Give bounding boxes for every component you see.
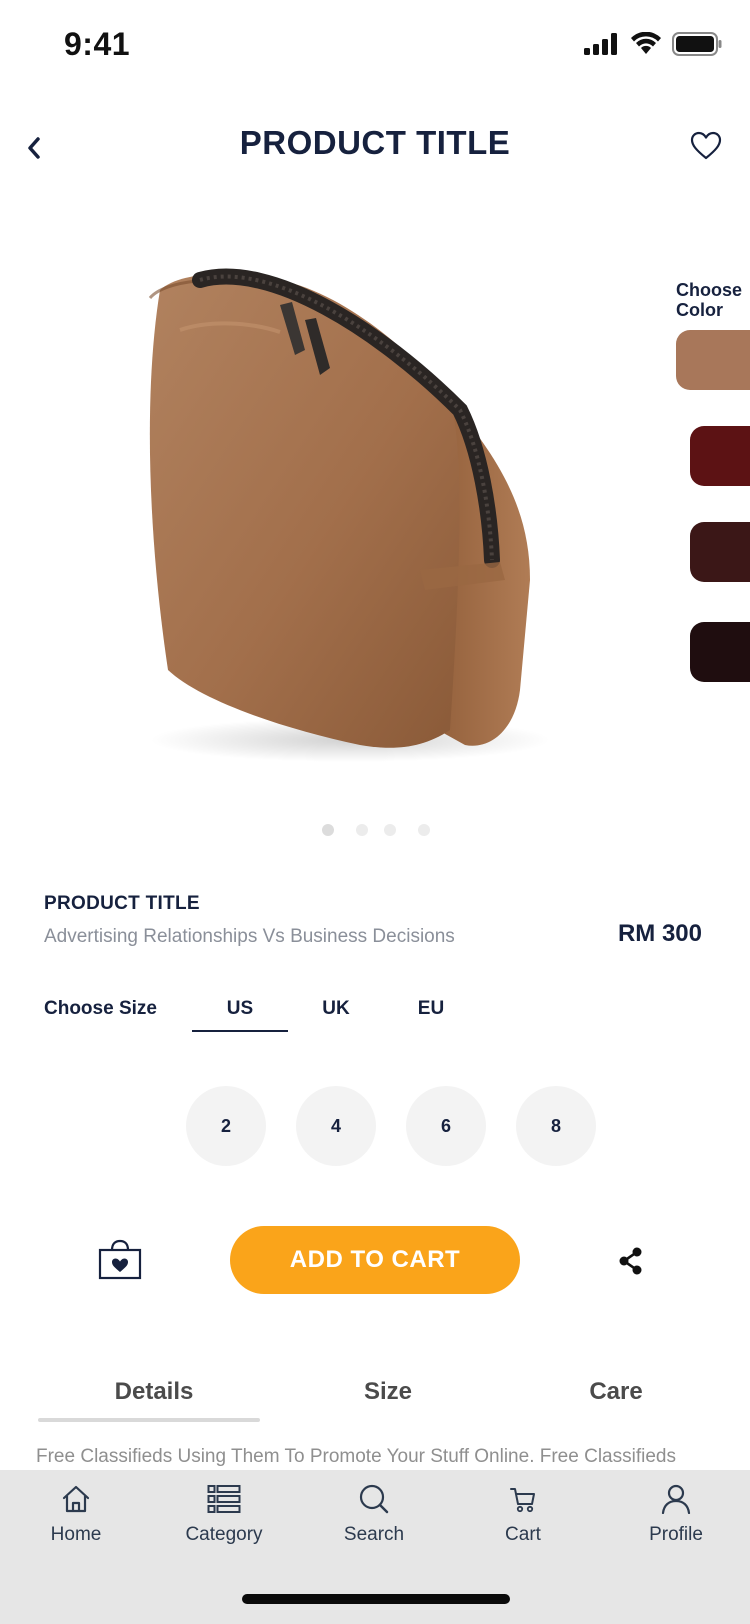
nav-label: Cart (505, 1524, 541, 1545)
color-swatch[interactable] (690, 426, 750, 486)
signal-icon (584, 33, 617, 55)
choose-color-label: Choose Color (676, 280, 743, 320)
nav-item-cart[interactable]: Cart (463, 1484, 583, 1546)
tab-size[interactable]: Size (278, 1378, 498, 1406)
product-subtitle: Advertising Relationships Vs Business De… (44, 926, 455, 947)
heart-bag-icon (98, 1239, 142, 1280)
share-icon (619, 1247, 642, 1275)
nav-item-search[interactable]: Search (314, 1484, 434, 1546)
wifi-icon (631, 32, 661, 54)
product-price: RM 300 (617, 920, 702, 947)
nav-item-home[interactable]: Home (16, 1484, 136, 1546)
nav-item-category[interactable]: Category (164, 1484, 284, 1546)
nav-label: Search (343, 1524, 405, 1545)
pagination-dot[interactable] (356, 824, 368, 836)
heart-icon (690, 131, 722, 160)
favorite-button[interactable] (686, 126, 726, 166)
size-tab-uk[interactable]: UK (288, 998, 384, 1020)
cart-icon (510, 1488, 535, 1513)
size-tab-eu[interactable]: EU (383, 998, 479, 1020)
nav-item-profile[interactable]: Profile (616, 1484, 736, 1546)
category-icon (207, 1485, 241, 1513)
color-swatch[interactable] (690, 622, 750, 682)
home-icon (62, 1485, 90, 1513)
size-option[interactable]: 8 (516, 1086, 596, 1166)
wishlist-bag-button[interactable] (98, 1238, 142, 1280)
size-option[interactable]: 2 (186, 1086, 266, 1166)
battery-icon (672, 32, 722, 56)
choose-size-label: Choose Size (44, 998, 157, 1019)
tab-details[interactable]: Details (44, 1378, 264, 1406)
gallery-pagination (322, 824, 432, 836)
search-icon (359, 1484, 389, 1514)
share-button[interactable] (616, 1246, 646, 1276)
size-tab-us[interactable]: US (192, 998, 288, 1020)
color-swatch[interactable] (690, 522, 750, 582)
add-to-cart-button[interactable]: ADD TO CART (230, 1226, 520, 1294)
details-tab-indicator (38, 1418, 260, 1422)
nav-label: Home (50, 1524, 102, 1545)
tab-care[interactable]: Care (506, 1378, 726, 1406)
size-option[interactable]: 6 (406, 1086, 486, 1166)
nav-label: Category (185, 1524, 263, 1545)
product-image (148, 268, 550, 762)
profile-icon (661, 1484, 691, 1514)
nav-label: Profile (649, 1524, 703, 1545)
status-icons (584, 32, 722, 56)
product-title: PRODUCT TITLE (44, 893, 200, 914)
status-bar: 9:41 (0, 0, 750, 92)
size-option[interactable]: 4 (296, 1086, 376, 1166)
product-description: Free Classifieds Using Them To Promote Y… (36, 1446, 676, 1467)
pagination-dot[interactable] (384, 824, 396, 836)
pagination-dot[interactable] (322, 824, 334, 836)
status-time: 9:41 (64, 26, 131, 62)
size-tab-indicator (192, 1030, 288, 1032)
pagination-dot[interactable] (418, 824, 430, 836)
home-indicator (242, 1594, 510, 1604)
color-swatch[interactable] (676, 330, 750, 390)
page-title: PRODUCT TITLE (239, 124, 511, 161)
